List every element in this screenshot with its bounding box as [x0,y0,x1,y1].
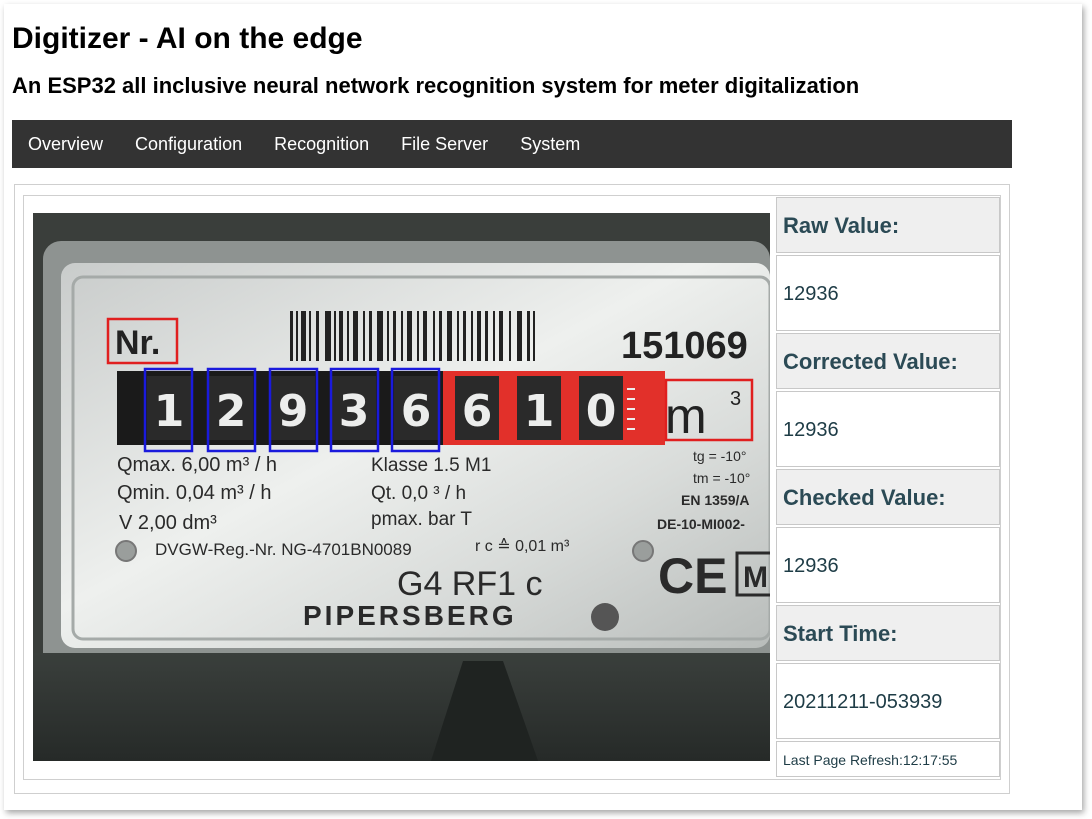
raw-value: 12936 [776,255,1000,331]
meter-unit-sup: 3 [730,388,741,410]
start-time-label: Start Time: [776,605,1000,661]
checked-value: 12936 [776,527,1000,603]
meter-qt: Qt. 0,0 ³ / h [371,483,466,504]
meter-rc: r c ≙ 0,01 m³ [475,538,570,555]
page-subtitle: An ESP32 all inclusive neural network re… [12,73,860,98]
screw-bottom [591,603,619,631]
meter-tg: tg = -10° [693,448,746,464]
meter-v: V 2,00 dm³ [119,512,217,534]
raw-value-label: Raw Value: [776,197,1000,253]
meter-qmin: Qmin. 0,04 m³ / h [117,482,272,504]
page: Digitizer - AI on the edge An ESP32 all … [0,0,1092,819]
meter-brand: PIPERSBERG [303,600,517,631]
meter-nr-label: Nr. [115,324,160,362]
corrected-value-label: Corrected Value: [776,333,1000,389]
nav-overview[interactable]: Overview [12,120,119,168]
meter-tm: tm = -10° [693,470,750,486]
nav-configuration[interactable]: Configuration [119,120,258,168]
meter-ce: CE [658,548,727,604]
red-digit-1: 1 [524,386,555,437]
meter-model: G4 RF1 c [397,565,542,603]
meter-dvgw: DVGW-Reg.-Nr. NG-4701BN0089 [155,540,412,559]
screw-right [632,540,654,562]
digit-0: 1 [154,386,185,437]
page-title: Digitizer - AI on the edge [12,22,363,55]
nav-file-server[interactable]: File Server [385,120,504,168]
red-digit-0: 6 [462,386,493,437]
meter-m-mark: M [743,561,768,594]
checked-value-label: Checked Value: [776,469,1000,525]
digit-3: 3 [339,386,370,437]
meter-serial: 151069 [621,325,748,367]
red-digit-2: 0 [586,386,617,437]
meter-de: DE-10-MI002- [657,516,745,532]
value-panel: Raw Value: 12936 Corrected Value: 12936 … [776,197,1000,777]
meter-illustration: Nr. 151069 1 2 9 3 6 6 1 0 m 3 Qmax. 6,0… [33,213,770,761]
meter-en: EN 1359/A [681,492,749,508]
digit-2: 9 [278,386,309,437]
meter-unit: m [665,388,707,444]
meter-pmax: pmax. bar T [371,509,472,530]
last-page-refresh: Last Page Refresh:12:17:55 [776,741,1000,777]
camera-image: Nr. 151069 1 2 9 3 6 6 1 0 m 3 Qmax. 6,0… [33,213,770,761]
nav-recognition[interactable]: Recognition [258,120,385,168]
meter-qmax: Qmax. 6,00 m³ / h [117,454,277,476]
nav-system[interactable]: System [504,120,596,168]
digit-4: 6 [401,386,432,437]
main-nav: Overview Configuration Recognition File … [12,120,1012,168]
digit-1: 2 [216,386,247,437]
meter-klasse: Klasse 1.5 M1 [371,455,491,476]
screw-left [115,540,137,562]
corrected-value: 12936 [776,391,1000,467]
start-time-value: 20211211-053939 [776,663,1000,739]
